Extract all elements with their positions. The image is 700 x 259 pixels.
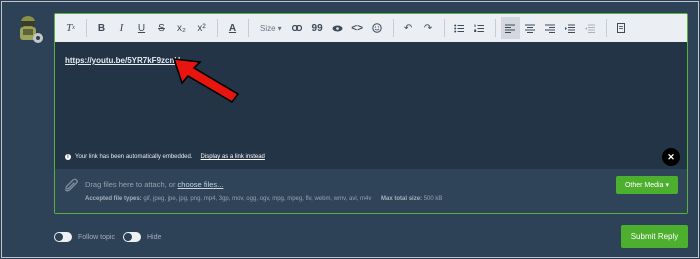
attachment-area[interactable]: Drag files here to attach, or choose fil… (55, 169, 687, 213)
outdent-button[interactable] (581, 17, 600, 39)
eye-icon (332, 25, 343, 31)
bullet-list-icon (454, 24, 465, 32)
drag-label: Drag files here to attach, or (85, 180, 178, 189)
link-icon (292, 25, 303, 31)
chevron-down-icon: ▾ (665, 182, 670, 189)
editor-content[interactable]: https://youtu.be/5YR7kF9zcnU (65, 50, 180, 68)
follow-topic-label: Follow topic (78, 233, 115, 241)
align-right-button[interactable] (541, 17, 560, 39)
other-media-button[interactable]: Other Media ▾ (616, 176, 678, 194)
clear-formatting-button[interactable]: Tx (61, 17, 80, 39)
toolbar-divider (443, 19, 445, 37)
follow-topic-option[interactable]: Follow topic (54, 232, 115, 242)
follow-topic-toggle[interactable] (54, 232, 72, 242)
accepted-label: Accepted file types: (85, 196, 142, 202)
close-icon: ✕ (667, 151, 675, 162)
info-icon: i (65, 154, 71, 160)
close-notice-button[interactable]: ✕ (662, 148, 680, 166)
indent-icon (565, 24, 576, 33)
embed-notice: i Your link has been automatically embed… (65, 154, 265, 160)
accepted-types-text: Accepted file types: gif, jpeg, jpe, jpg… (85, 196, 442, 202)
other-media-label: Other Media (624, 181, 664, 189)
quote-icon: 99 (311, 22, 323, 34)
hide-toggle[interactable] (123, 232, 141, 242)
toolbar-divider (86, 19, 87, 37)
align-center-icon (525, 24, 536, 33)
accepted-types: gif, jpeg, jpe, jpg, png, mp4, 3gp, mov,… (143, 196, 372, 202)
code-icon: <> (351, 22, 363, 34)
red-arrow-annotation (172, 58, 240, 104)
redo-button[interactable]: ↷ (419, 17, 438, 39)
align-left-icon (505, 24, 516, 33)
paperclip-icon (64, 178, 78, 192)
indent-button[interactable] (561, 17, 580, 39)
bullet-list-button[interactable] (450, 17, 469, 39)
bold-button[interactable]: B (92, 17, 111, 39)
editor-toolbar: Tx B I U S x₂ x² A Size ▾ 99 <> ↶ ↷ (55, 14, 687, 42)
quote-button[interactable]: 99 (308, 17, 327, 39)
align-left-button[interactable] (500, 17, 520, 39)
font-color-button[interactable]: A (223, 17, 242, 39)
outdent-icon (585, 24, 596, 33)
link-button[interactable] (288, 17, 307, 39)
max-size-value: 500 kB (423, 196, 443, 202)
underline-button[interactable]: U (132, 17, 151, 39)
strikethrough-button[interactable]: S (152, 17, 171, 39)
undo-icon: ↶ (403, 22, 413, 34)
size-dropdown[interactable]: Size ▾ (254, 24, 288, 33)
numbered-list-button[interactable] (470, 17, 489, 39)
embed-notice-text: Your link has been automatically embedde… (75, 154, 193, 160)
drafts-button[interactable] (612, 17, 631, 39)
align-right-icon (545, 24, 556, 33)
toolbar-divider (248, 19, 249, 37)
chevron-down-icon: ▾ (277, 23, 282, 33)
toolbar-divider (392, 19, 394, 37)
code-button[interactable]: <> (348, 17, 367, 39)
spoiler-button[interactable] (328, 17, 347, 39)
font-color-icon: A (228, 22, 237, 34)
size-label: Size (260, 23, 276, 33)
avatar[interactable] (16, 15, 46, 47)
toolbar-divider (494, 19, 496, 37)
hide-option[interactable]: Hide (123, 232, 161, 242)
redo-icon: ↷ (423, 22, 433, 34)
undo-button[interactable]: ↶ (399, 17, 418, 39)
superscript-button[interactable]: x² (192, 17, 211, 39)
italic-button[interactable]: I (112, 17, 131, 39)
toolbar-divider (217, 19, 218, 37)
submit-reply-button[interactable]: Submit Reply (621, 225, 688, 248)
max-size-label: Max total size: (381, 196, 423, 202)
drag-files-text: Drag files here to attach, or choose fil… (85, 180, 223, 189)
choose-files-link[interactable]: choose files... (178, 180, 224, 189)
drafts-icon (617, 23, 626, 33)
reply-editor[interactable]: Tx B I U S x₂ x² A Size ▾ 99 <> ↶ ↷ http… (54, 13, 688, 214)
display-as-link-link[interactable]: Display as a link instead (201, 154, 265, 160)
robot-avatar-icon (20, 16, 43, 43)
align-center-button[interactable] (521, 17, 540, 39)
reply-panel: Tx B I U S x₂ x² A Size ▾ 99 <> ↶ ↷ http… (1, 1, 699, 258)
emoji-icon (372, 23, 382, 33)
numbered-list-icon (474, 24, 485, 32)
emoji-button[interactable] (368, 17, 387, 39)
toolbar-divider (605, 19, 607, 37)
subscript-button[interactable]: x₂ (172, 17, 191, 39)
embedded-link[interactable]: https://youtu.be/5YR7kF9zcnU (65, 56, 180, 65)
hide-label: Hide (147, 233, 162, 241)
